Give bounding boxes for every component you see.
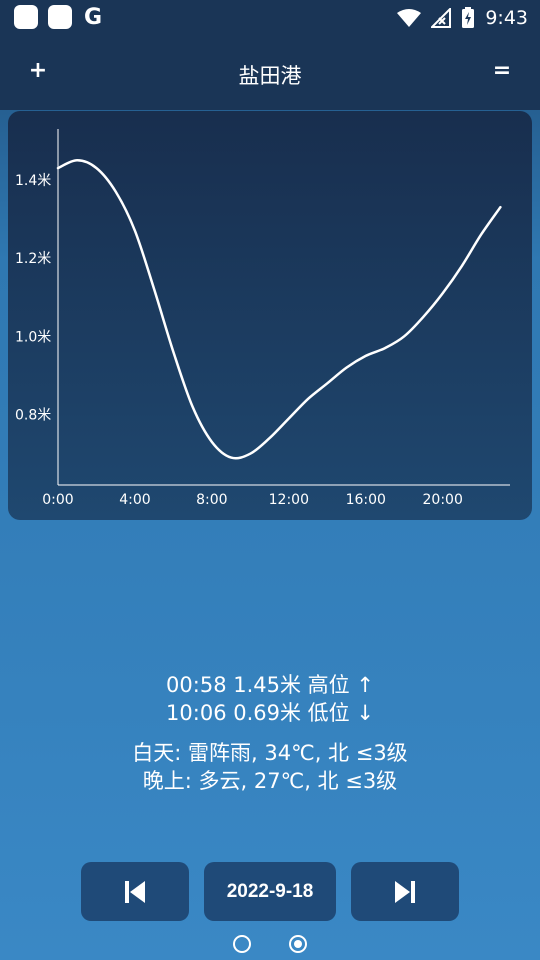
low-tide-text: 10:06 0.69米 低位 ↓ [166,701,374,725]
next-day-button[interactable] [351,862,459,921]
tide-series-line [56,159,502,460]
x-tick-label: 4:00 [119,492,150,508]
x-tick-label: 8:00 [196,492,227,508]
signal-off-icon [431,8,452,28]
page-indicator [0,935,540,953]
tide-chart: 0.8米 1.0米 1.2米 1.4米 0:00 4:00 8:00 12:00 16:00 20… [8,111,532,520]
high-tide-text: 00:58 1.45米 高位 ↑ [166,673,374,697]
page-dot[interactable] [233,935,251,953]
skip-previous-icon [125,880,145,903]
clock: 9:43 [485,7,528,29]
skip-next-icon [395,880,415,903]
y-tick-label: 1.4米 [15,173,51,189]
weather-night-text: 晚上: 多云, 27℃, 北 ≤3级 [142,769,398,793]
x-tick-label: 12:00 [269,492,309,508]
date-button[interactable]: 2022-9-18 [204,862,336,921]
app-bar: + 盐田港 = [0,36,540,110]
y-tick-label: 1.2米 [15,251,51,267]
wifi-icon [397,9,422,27]
page-title: 盐田港 [238,64,302,88]
menu-button[interactable]: = [492,58,512,83]
y-tick-label: 1.0米 [15,329,51,345]
battery-charging-icon [462,7,475,28]
notification-icon [48,5,72,29]
previous-day-button[interactable] [81,862,189,921]
notification-icon [14,5,38,29]
y-tick-label: 0.8米 [15,408,51,424]
x-tick-label: 20:00 [423,492,463,508]
x-tick-label: 16:00 [346,492,386,508]
x-tick-label: 0:00 [42,492,73,508]
status-bar: G 9:43 [0,0,540,36]
page-dot-active[interactable] [289,935,307,953]
google-icon: G [84,5,103,30]
weather-day-text: 白天: 雷阵雨, 34℃, 北 ≤3级 [132,741,408,765]
tide-chart-svg: 0.8米 1.0米 1.2米 1.4米 0:00 4:00 8:00 12:00 16:00 20… [15,129,510,508]
